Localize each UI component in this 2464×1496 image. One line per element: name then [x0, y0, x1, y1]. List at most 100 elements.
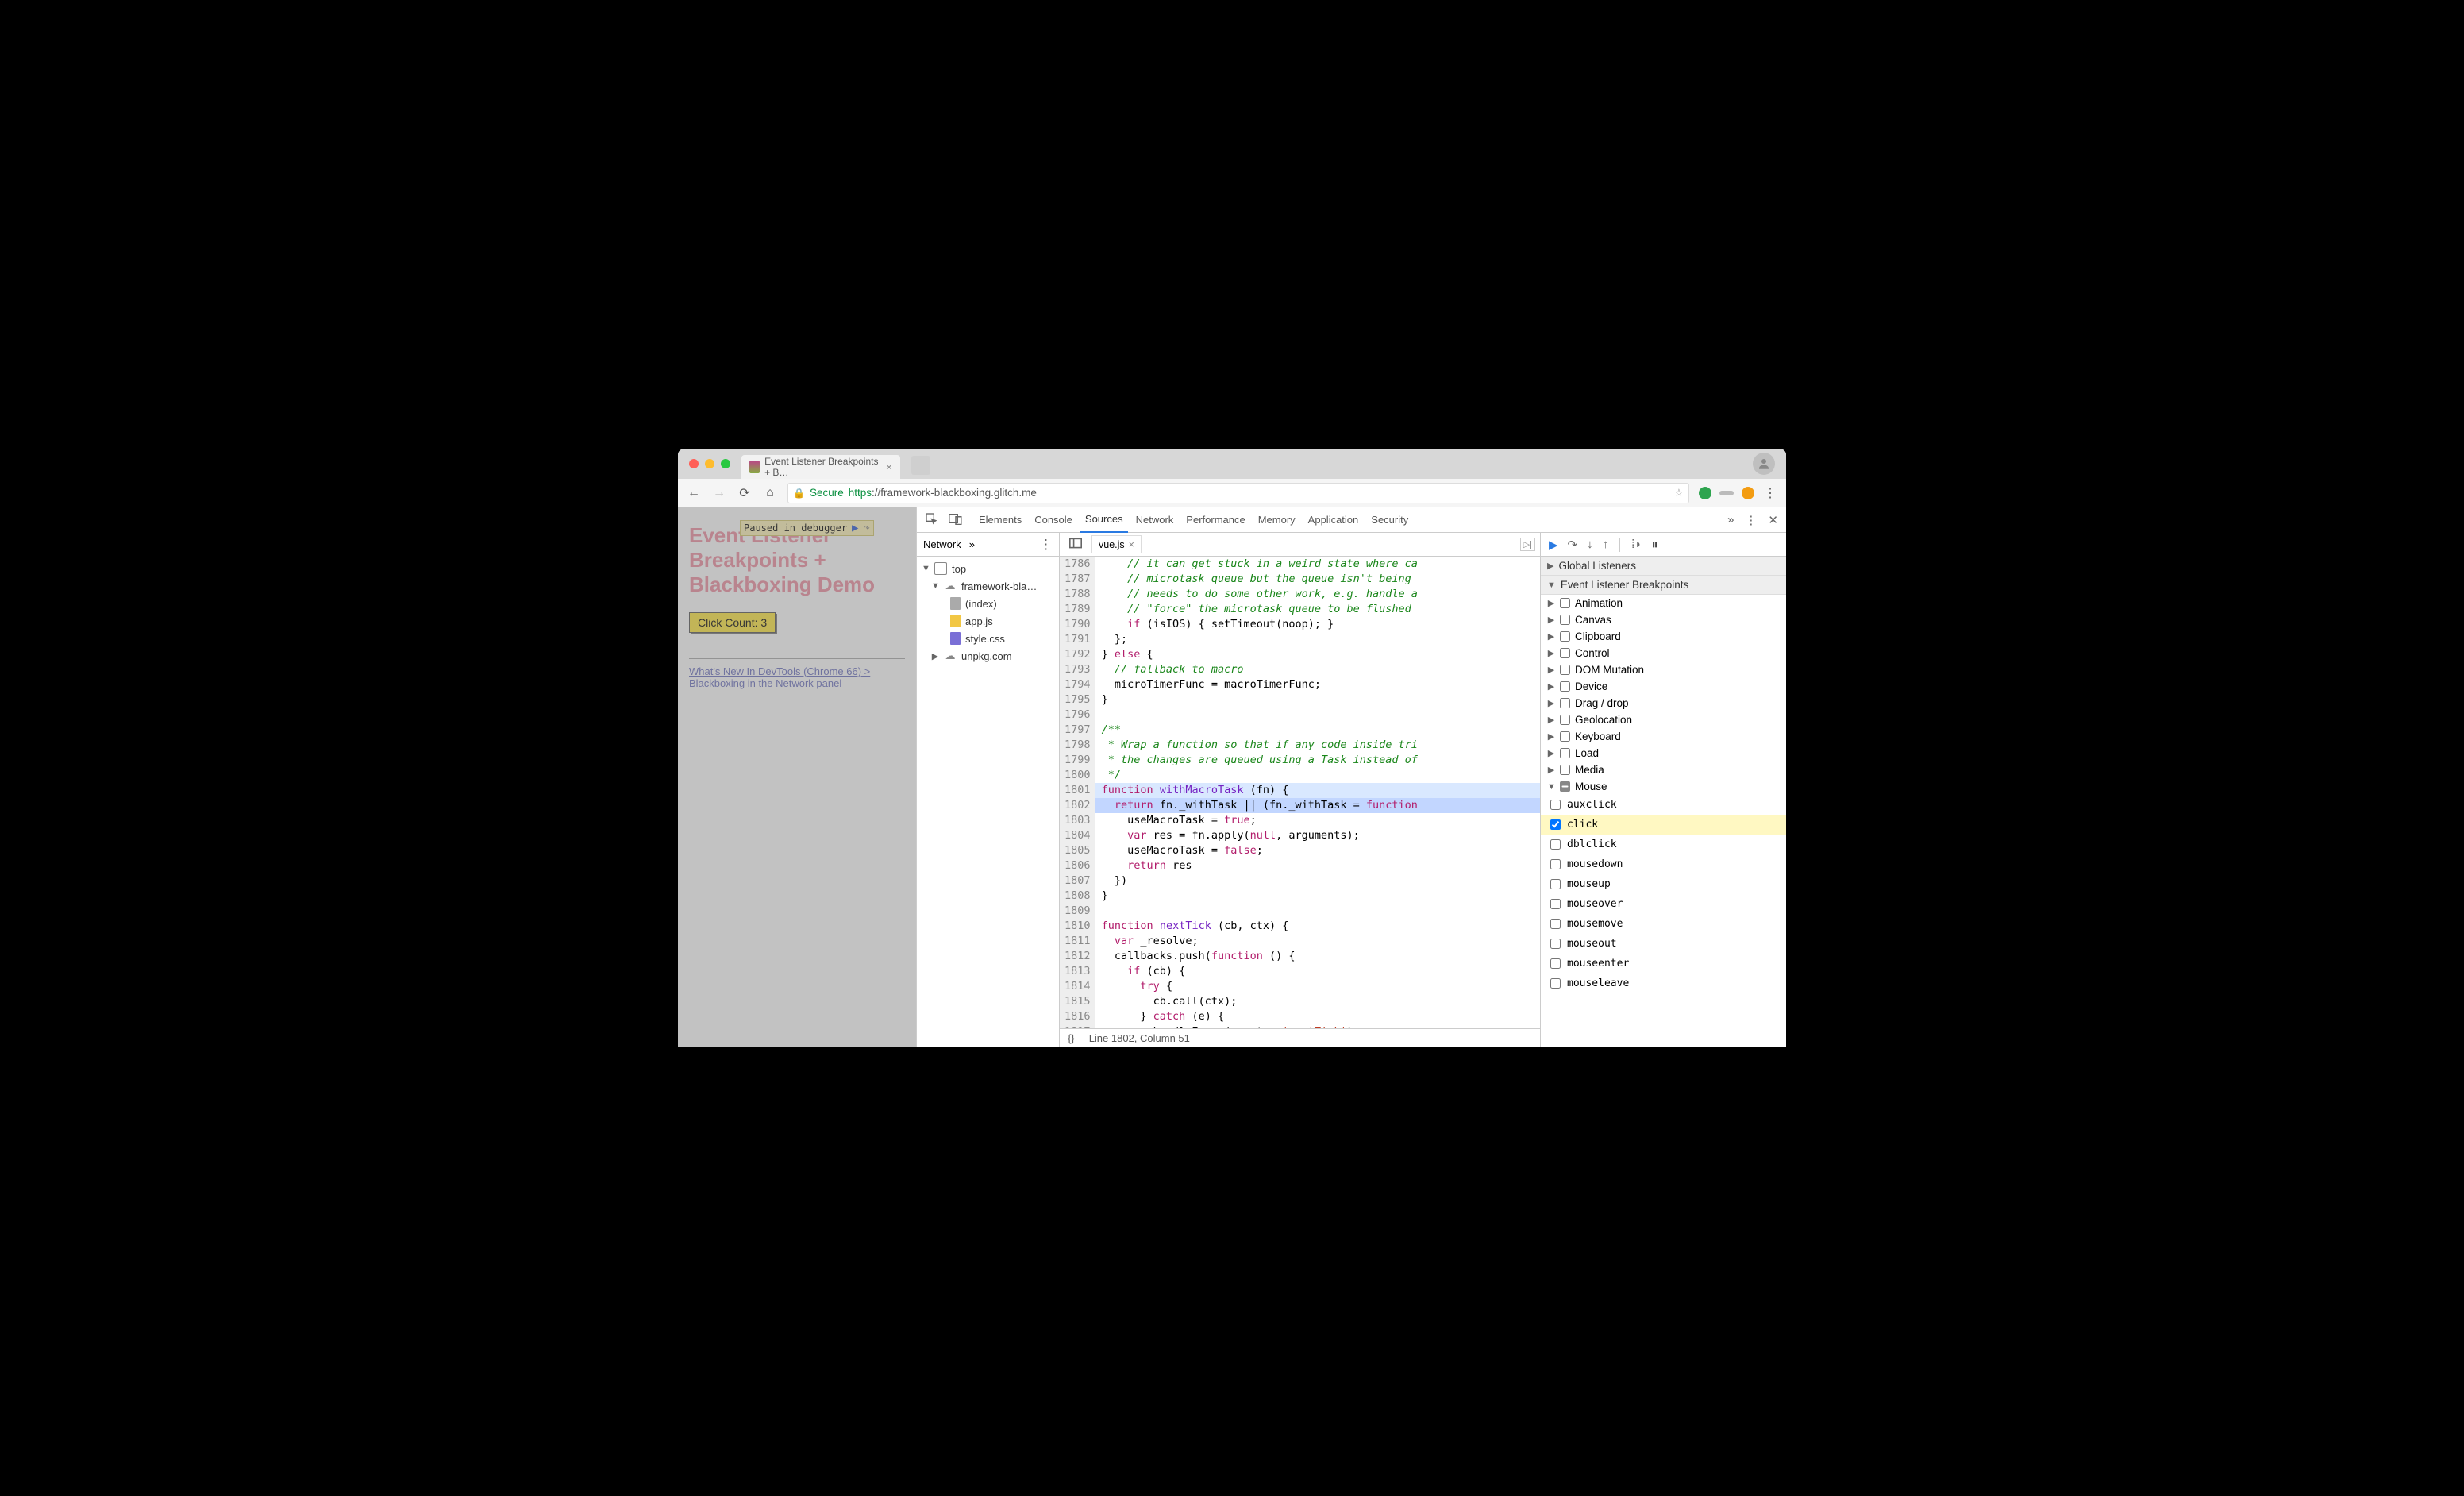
elb-event-mouseenter[interactable]: mouseenter: [1541, 954, 1786, 974]
section-global-listeners[interactable]: ▶Global Listeners: [1541, 557, 1786, 576]
close-tab-icon[interactable]: ×: [886, 461, 892, 473]
step-over-button[interactable]: ↷: [1568, 538, 1578, 552]
bookmark-icon[interactable]: ☆: [1674, 487, 1684, 499]
browser-tab[interactable]: Event Listener Breakpoints + B… ×: [741, 455, 900, 479]
close-devtools-icon[interactable]: ✕: [1768, 513, 1778, 527]
more-tabs-icon[interactable]: »: [1727, 513, 1734, 526]
elb-event-mousedown[interactable]: mousedown: [1541, 854, 1786, 874]
paused-in-debugger-banner: Paused in debugger ▶ ↷: [740, 520, 874, 536]
profile-button[interactable]: [1753, 453, 1775, 475]
inspect-element-icon[interactable]: [925, 512, 937, 528]
elb-event-click[interactable]: click: [1541, 815, 1786, 835]
click-count-button[interactable]: Click Count: 3: [689, 612, 776, 633]
navigator-header: Network » ⋮: [917, 533, 1060, 556]
step-out-button[interactable]: ↑: [1603, 538, 1609, 551]
devtools-tab-console[interactable]: Console: [1030, 507, 1077, 533]
devtools-menu-icon[interactable]: ⋮: [1745, 513, 1757, 527]
devtools-subheader: Network » ⋮ vue.js × ▷| ▶ ↷: [917, 533, 1786, 557]
section-event-listener-breakpoints[interactable]: ▼Event Listener Breakpoints: [1541, 576, 1786, 595]
reload-button[interactable]: ⟳: [737, 485, 753, 501]
tree-file[interactable]: (index): [917, 595, 1059, 612]
tree-top-frame[interactable]: ▼top: [917, 560, 1059, 577]
tree-file[interactable]: app.js: [917, 612, 1059, 630]
address-bar: ← → ⟳ ⌂ 🔒 Secure https://framework-black…: [678, 479, 1786, 507]
elb-category-device[interactable]: ▶Device: [1541, 678, 1786, 695]
source-viewer: 1786178717881789179017911792179317941795…: [1060, 557, 1540, 1047]
extension-3-icon[interactable]: [1742, 487, 1754, 499]
pause-on-exceptions-icon[interactable]: ⏸: [1651, 537, 1658, 553]
lock-icon: 🔒: [793, 488, 805, 499]
file-tree: ▼top ▼☁framework-bla… (index)app.jsstyle…: [917, 557, 1060, 1047]
extension-icons: ⋮: [1699, 485, 1778, 501]
debugger-sidebar: ▶Global Listeners ▼Event Listener Breakp…: [1540, 557, 1786, 1047]
secure-label: Secure: [810, 487, 844, 499]
cursor-position: Line 1802, Column 51: [1089, 1032, 1190, 1044]
extension-2-icon[interactable]: [1719, 491, 1734, 495]
tab-title: Event Listener Breakpoints + B…: [764, 456, 880, 478]
elb-category-canvas[interactable]: ▶Canvas: [1541, 611, 1786, 628]
close-window[interactable]: [689, 459, 699, 468]
new-tab-button[interactable]: [911, 456, 930, 475]
navigator-menu-icon[interactable]: ⋮: [1039, 537, 1053, 553]
elb-category-geolocation[interactable]: ▶Geolocation: [1541, 711, 1786, 728]
show-navigator-icon[interactable]: [1065, 538, 1087, 552]
device-toolbar-icon[interactable]: [949, 512, 963, 528]
elb-category-mouse[interactable]: ▼Mouse: [1541, 778, 1786, 795]
navigator-tab[interactable]: Network: [923, 538, 961, 550]
pretty-print-icon[interactable]: {}: [1068, 1032, 1075, 1044]
editor-tab-vuejs[interactable]: vue.js ×: [1091, 535, 1142, 553]
tree-domain[interactable]: ▼☁framework-bla…: [917, 577, 1059, 595]
devtools-tab-application[interactable]: Application: [1303, 507, 1364, 533]
elb-category-drag-drop[interactable]: ▶Drag / drop: [1541, 695, 1786, 711]
elb-event-auxclick[interactable]: auxclick: [1541, 795, 1786, 815]
debugger-toolbar: ▶ ↷ ↓ ↑ ⁞◗ ⏸: [1540, 533, 1786, 556]
editor-status: {} Line 1802, Column 51: [1060, 1028, 1540, 1047]
url: https://framework-blackboxing.glitch.me: [849, 487, 1037, 499]
elb-category-media[interactable]: ▶Media: [1541, 761, 1786, 778]
elb-event-mouseup[interactable]: mouseup: [1541, 874, 1786, 894]
elb-event-mouseout[interactable]: mouseout: [1541, 934, 1786, 954]
elb-category-animation[interactable]: ▶Animation: [1541, 595, 1786, 611]
whats-new-link[interactable]: What's New In DevTools (Chrome 66) > Bla…: [689, 665, 870, 689]
elb-event-dblclick[interactable]: dblclick: [1541, 835, 1786, 854]
browser-window: Event Listener Breakpoints + B… × ← → ⟳ …: [678, 449, 1786, 1047]
elb-event-mouseover[interactable]: mouseover: [1541, 894, 1786, 914]
elb-category-control[interactable]: ▶Control: [1541, 645, 1786, 661]
titlebar: Event Listener Breakpoints + B… ×: [678, 449, 1786, 479]
elb-category-clipboard[interactable]: ▶Clipboard: [1541, 628, 1786, 645]
code-text[interactable]: // it can get stuck in a weird state whe…: [1095, 557, 1540, 1028]
favicon-icon: [749, 461, 760, 473]
minimize-window[interactable]: [705, 459, 714, 468]
omnibox[interactable]: 🔒 Secure https://framework-blackboxing.g…: [787, 483, 1689, 503]
devtools-tab-performance[interactable]: Performance: [1181, 507, 1249, 533]
devtools-tab-sources[interactable]: Sources: [1080, 507, 1128, 533]
devtools-tabs: ElementsConsoleSourcesNetworkPerformance…: [917, 507, 1786, 533]
extension-1-icon[interactable]: [1699, 487, 1711, 499]
deactivate-breakpoints-icon[interactable]: ⁞◗: [1631, 538, 1642, 551]
back-button[interactable]: ←: [686, 486, 702, 500]
browser-menu-icon[interactable]: ⋮: [1762, 485, 1778, 501]
forward-button[interactable]: →: [711, 486, 727, 500]
devtools-tab-memory[interactable]: Memory: [1253, 507, 1300, 533]
tree-file[interactable]: style.css: [917, 630, 1059, 647]
run-snippet-icon[interactable]: ▷|: [1520, 538, 1535, 551]
window-controls: [689, 459, 730, 468]
navigator-more-icon[interactable]: »: [969, 538, 975, 550]
devtools-tab-elements[interactable]: Elements: [974, 507, 1026, 533]
step-over-icon[interactable]: ↷: [863, 522, 869, 534]
devtools-tab-network[interactable]: Network: [1131, 507, 1179, 533]
elb-event-mouseleave[interactable]: mouseleave: [1541, 974, 1786, 993]
close-editor-tab-icon[interactable]: ×: [1129, 539, 1134, 550]
resume-icon[interactable]: ▶: [852, 522, 858, 534]
elb-category-dom-mutation[interactable]: ▶DOM Mutation: [1541, 661, 1786, 678]
elb-event-mousemove[interactable]: mousemove: [1541, 914, 1786, 934]
home-button[interactable]: ⌂: [762, 486, 778, 500]
zoom-window[interactable]: [721, 459, 730, 468]
devtools-tab-security[interactable]: Security: [1366, 507, 1413, 533]
elb-category-load[interactable]: ▶Load: [1541, 745, 1786, 761]
step-into-button[interactable]: ↓: [1587, 538, 1593, 551]
resume-button[interactable]: ▶: [1549, 538, 1558, 552]
devtools: ElementsConsoleSourcesNetworkPerformance…: [916, 507, 1786, 1047]
elb-category-keyboard[interactable]: ▶Keyboard: [1541, 728, 1786, 745]
tree-ext-domain[interactable]: ▶☁unpkg.com: [917, 647, 1059, 665]
